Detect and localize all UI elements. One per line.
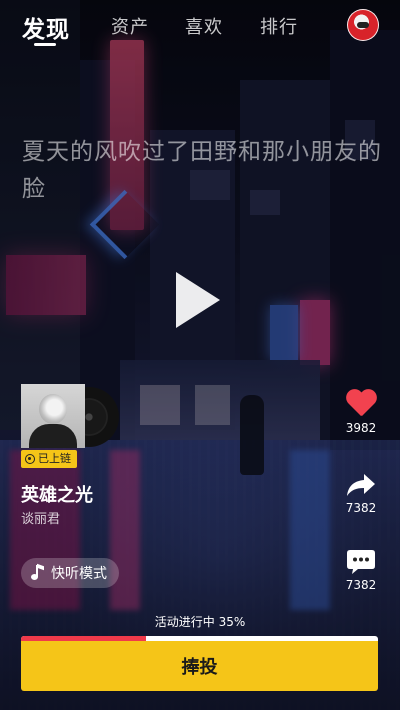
campaign-status: 活动进行中 35% — [154, 615, 246, 629]
like-button[interactable]: 3982 — [340, 390, 382, 435]
quick-listen-label: 快听模式 — [51, 566, 107, 582]
tab-assets[interactable]: 资产 — [111, 13, 149, 39]
vote-button[interactable]: 捧投 — [21, 641, 378, 691]
background-image — [0, 0, 400, 710]
album-cover[interactable] — [21, 384, 119, 448]
user-avatar[interactable] — [347, 9, 379, 41]
tab-discover[interactable]: 发现 — [22, 10, 70, 44]
music-note-icon — [31, 563, 45, 581]
share-button[interactable]: 7382 — [340, 472, 382, 515]
tab-likes[interactable]: 喜欢 — [185, 13, 223, 39]
active-tab-indicator — [34, 43, 56, 46]
on-chain-badge: 已上链 — [21, 450, 77, 468]
share-count: 7382 — [345, 501, 377, 515]
share-icon — [347, 474, 375, 496]
comment-count: 7382 — [345, 578, 377, 592]
top-nav: 发现 资产 喜欢 排行 — [0, 0, 400, 52]
song-title: 英雄之光 — [21, 485, 93, 506]
play-icon[interactable] — [176, 272, 220, 328]
like-count: 3982 — [345, 421, 377, 435]
tab-ranking[interactable]: 排行 — [260, 13, 298, 39]
chain-icon — [25, 454, 35, 464]
comment-button[interactable]: 7382 — [340, 549, 382, 592]
album-art — [21, 384, 85, 448]
song-artist[interactable]: 谈丽君 — [21, 508, 60, 527]
on-chain-badge-label: 已上链 — [38, 452, 71, 465]
heart-icon — [345, 390, 377, 418]
quick-listen-button[interactable]: 快听模式 — [21, 558, 119, 588]
lyric-text: 夏天的风吹过了田野和那小朋友的脸 — [22, 139, 382, 202]
comment-icon — [347, 550, 375, 574]
